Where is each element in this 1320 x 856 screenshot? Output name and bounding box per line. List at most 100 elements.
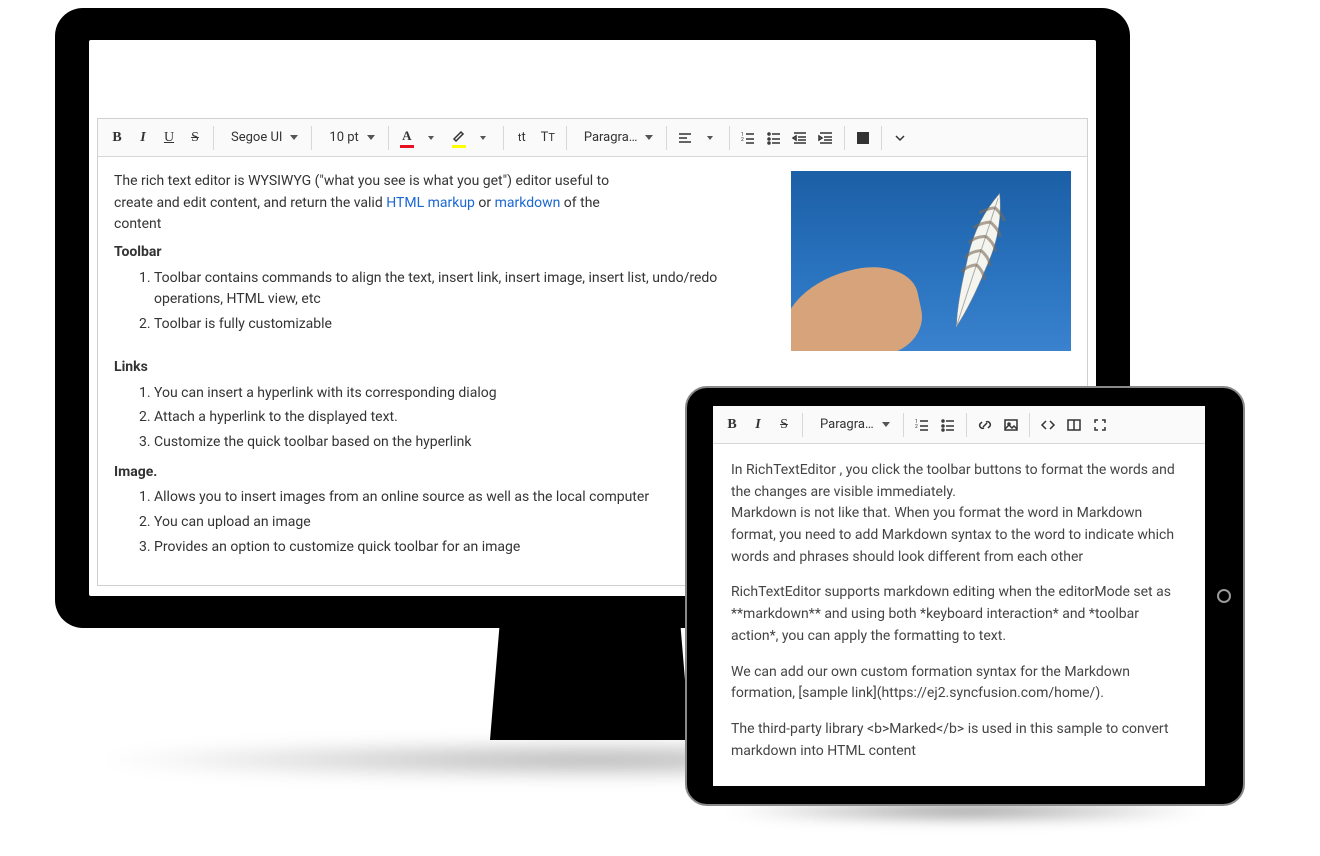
intro-paragraph: The rich text editor is WYSIWYG ("what y… xyxy=(114,171,614,236)
md-paragraph: The third-party library <b>Marked</b> is… xyxy=(731,719,1187,762)
font-color-icon: A xyxy=(400,128,414,148)
separator xyxy=(566,126,567,150)
monitor-stand xyxy=(490,620,690,740)
format-label: Paragra… xyxy=(576,130,644,145)
section-toolbar-heading: Toolbar xyxy=(114,242,775,264)
code-icon xyxy=(1040,417,1056,433)
indent-icon xyxy=(818,130,834,146)
chevron-down-icon xyxy=(882,422,890,427)
strike-button[interactable]: S xyxy=(771,411,797,439)
chevron-down-icon xyxy=(707,136,713,140)
md-content-area[interactable]: In RichTextEditor , you click the toolba… xyxy=(713,444,1205,786)
table-icon xyxy=(855,130,871,146)
list-item: Toolbar contains commands to align the t… xyxy=(154,268,775,311)
fullscreen-button[interactable] xyxy=(1087,411,1113,439)
align-left-icon xyxy=(677,130,693,146)
split-view-button[interactable] xyxy=(1061,411,1087,439)
bold-button[interactable]: B xyxy=(104,124,130,152)
markdown-link[interactable]: markdown xyxy=(495,195,561,211)
indent-button[interactable] xyxy=(813,124,839,152)
separator xyxy=(666,126,667,150)
svg-text:2: 2 xyxy=(915,424,918,430)
intro-text-mid: or xyxy=(475,195,495,211)
overflow-button[interactable] xyxy=(887,124,913,152)
link-button[interactable] xyxy=(972,411,998,439)
format-label: Paragra… xyxy=(812,417,880,432)
ordered-list-icon: 12 xyxy=(914,417,930,433)
strike-icon: S xyxy=(780,418,788,432)
italic-icon: I xyxy=(140,131,145,145)
outdent-icon xyxy=(792,130,808,146)
outdent-button[interactable] xyxy=(787,124,813,152)
rte-toolbar: B I U S Segoe UI 10 pt A xyxy=(98,119,1087,157)
lowercase-icon: tt xyxy=(518,130,526,145)
tablet-home-button[interactable] xyxy=(1217,589,1231,603)
italic-button[interactable]: I xyxy=(745,411,771,439)
strike-icon: S xyxy=(191,131,199,145)
split-icon xyxy=(1066,417,1082,433)
highlight-dropdown[interactable] xyxy=(472,124,498,152)
separator xyxy=(729,126,730,150)
separator xyxy=(388,126,389,150)
unordered-list-icon xyxy=(940,417,956,433)
italic-icon: I xyxy=(755,418,760,432)
separator xyxy=(881,126,882,150)
separator xyxy=(503,126,504,150)
feather-icon xyxy=(931,181,1025,339)
feather-image[interactable] xyxy=(791,171,1071,351)
chevron-down-icon xyxy=(645,135,653,140)
separator xyxy=(844,126,845,150)
font-size-dropdown[interactable]: 10 pt xyxy=(317,124,382,152)
bold-icon: B xyxy=(727,418,736,432)
tablet-frame: B I S Paragra… 12 xyxy=(685,386,1245,806)
italic-button[interactable]: I xyxy=(130,124,156,152)
font-color-button[interactable]: A xyxy=(394,124,420,152)
md-paragraph: RichTextEditor supports markdown editing… xyxy=(731,582,1187,647)
md-paragraph: We can add our own custom formation synt… xyxy=(731,662,1187,705)
highlight-icon xyxy=(451,128,467,148)
strike-button[interactable]: S xyxy=(182,124,208,152)
highlight-button[interactable] xyxy=(446,124,472,152)
link-icon xyxy=(977,417,993,433)
unordered-list-button[interactable] xyxy=(761,124,787,152)
ordered-list-button[interactable]: 12 xyxy=(909,411,935,439)
font-color-dropdown[interactable] xyxy=(420,124,446,152)
list-item: Toolbar is fully customizable xyxy=(154,314,775,336)
separator xyxy=(802,413,803,437)
tablet-screen: B I S Paragra… 12 xyxy=(713,406,1205,786)
chevron-down-icon xyxy=(290,135,298,140)
underline-icon: U xyxy=(164,131,174,145)
align-dropdown[interactable] xyxy=(698,124,724,152)
chevron-down-icon xyxy=(480,136,486,140)
markdown-editor: B I S Paragra… 12 xyxy=(713,406,1205,786)
html-markup-link[interactable]: HTML markup xyxy=(386,195,475,211)
ordered-list-icon: 12 xyxy=(740,130,756,146)
format-dropdown[interactable]: Paragra… xyxy=(572,124,662,152)
section-links-heading: Links xyxy=(114,357,1071,379)
format-dropdown[interactable]: Paragra… xyxy=(808,411,898,439)
code-view-button[interactable] xyxy=(1035,411,1061,439)
separator xyxy=(213,126,214,150)
chevron-down-icon xyxy=(892,130,908,146)
bold-button[interactable]: B xyxy=(719,411,745,439)
uppercase-icon: TT xyxy=(541,130,555,145)
unordered-list-button[interactable] xyxy=(935,411,961,439)
ordered-list-button[interactable]: 12 xyxy=(735,124,761,152)
separator xyxy=(1029,413,1030,437)
chevron-down-icon xyxy=(367,135,375,140)
font-size-label: 10 pt xyxy=(321,130,364,145)
align-button[interactable] xyxy=(672,124,698,152)
underline-button[interactable]: U xyxy=(156,124,182,152)
image-button[interactable] xyxy=(998,411,1024,439)
separator xyxy=(903,413,904,437)
font-family-dropdown[interactable]: Segoe UI xyxy=(219,124,306,152)
separator xyxy=(966,413,967,437)
chevron-down-icon xyxy=(428,136,434,140)
lowercase-button[interactable]: tt xyxy=(509,124,535,152)
uppercase-button[interactable]: TT xyxy=(535,124,561,152)
image-icon xyxy=(1003,417,1019,433)
table-button[interactable] xyxy=(850,124,876,152)
unordered-list-icon xyxy=(766,130,782,146)
fullscreen-icon xyxy=(1092,417,1108,433)
bold-icon: B xyxy=(112,131,121,145)
